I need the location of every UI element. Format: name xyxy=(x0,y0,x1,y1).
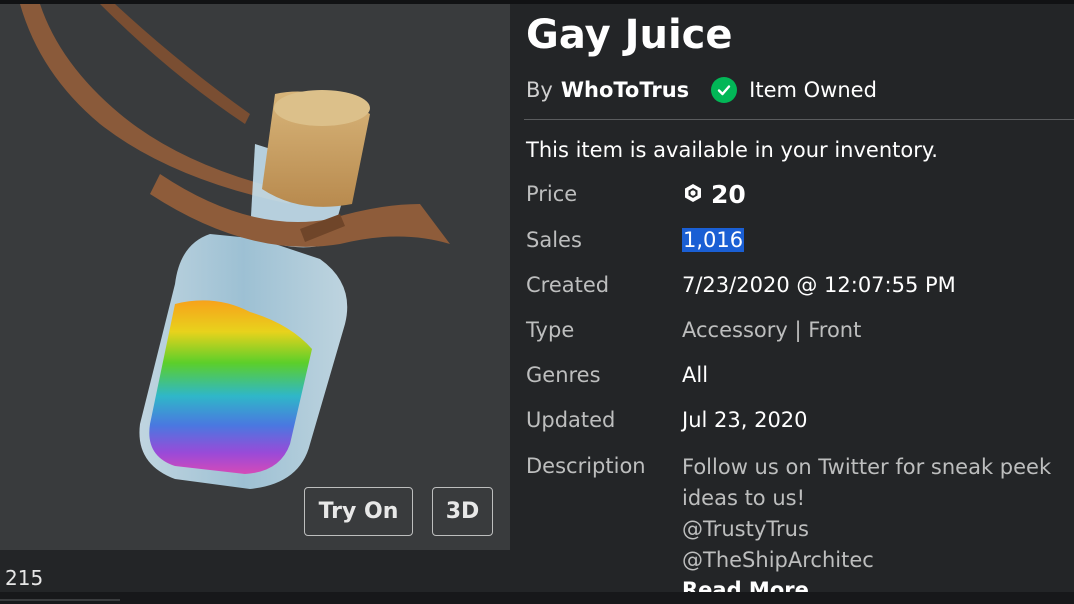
created-value: 7/23/2020 @ 12:07:55 PM xyxy=(682,273,956,297)
type-label: Type xyxy=(526,318,575,342)
check-circle-icon xyxy=(711,77,738,103)
type-value[interactable]: Accessory | Front xyxy=(682,318,861,342)
creator-link[interactable]: WhoToTrus xyxy=(561,78,689,102)
sales-count-selected: 1,016 xyxy=(682,228,745,252)
divider xyxy=(524,119,1074,120)
item-thumbnail: Try On 3D xyxy=(0,4,510,550)
description-line: @TheShipArchitec xyxy=(682,548,874,572)
byline: By WhoToTrus Item Owned xyxy=(526,76,877,104)
genres-value[interactable]: All xyxy=(682,363,708,387)
description-line: @TrustyTrus xyxy=(682,517,809,541)
try-on-button[interactable]: Try On xyxy=(304,487,413,536)
price-label: Price xyxy=(526,182,578,206)
by-label: By xyxy=(526,78,553,102)
view-3d-button[interactable]: 3D xyxy=(432,487,493,536)
price-amount: 20 xyxy=(711,180,746,209)
genres-label: Genres xyxy=(526,363,601,387)
sales-label: Sales xyxy=(526,228,582,252)
price-value: 20 xyxy=(683,180,746,209)
created-label: Created xyxy=(526,273,610,297)
counter-text: 215 xyxy=(5,566,44,590)
bottle-necklace-image xyxy=(20,4,450,489)
description-line: Follow us on Twitter for sneak peek xyxy=(682,455,1052,479)
scroll-indicator xyxy=(0,599,120,601)
robux-icon xyxy=(683,183,703,207)
item-detail-page: Try On 3D 215 Gay Juice By WhoToTrus Ite… xyxy=(0,0,1074,604)
updated-label: Updated xyxy=(526,408,616,432)
item-owned-label: Item Owned xyxy=(749,78,877,102)
description-line: ideas to us! xyxy=(682,486,805,510)
bottom-edge xyxy=(0,592,1074,604)
item-title: Gay Juice xyxy=(526,12,733,58)
inventory-note: This item is available in your inventory… xyxy=(526,138,938,162)
updated-value: Jul 23, 2020 xyxy=(682,408,808,432)
sales-value: 1,016 xyxy=(682,228,745,252)
description-label: Description xyxy=(526,454,646,478)
